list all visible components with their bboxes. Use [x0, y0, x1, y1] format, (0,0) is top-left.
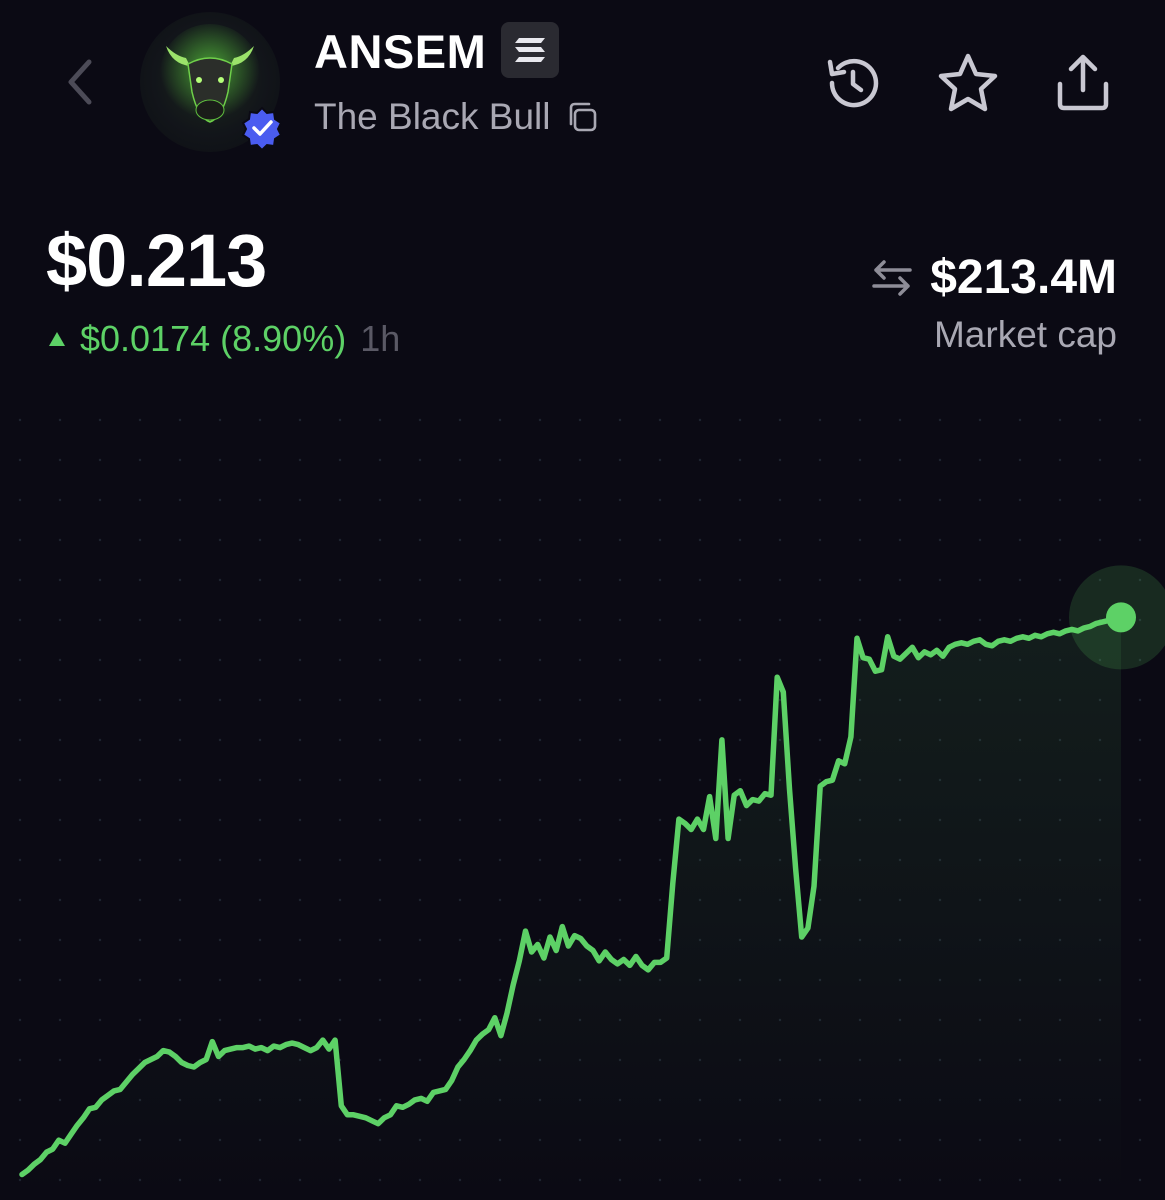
history-button[interactable] — [820, 50, 886, 116]
price-change-row: $0.0174 (8.90%) 1h — [46, 318, 400, 360]
share-button[interactable] — [1050, 50, 1116, 116]
token-subtitle: The Black Bull — [314, 96, 551, 137]
token-avatar[interactable] — [140, 12, 283, 152]
back-button[interactable] — [58, 52, 102, 112]
favorite-button[interactable] — [935, 50, 1001, 116]
copy-icon[interactable] — [565, 100, 599, 134]
chevron-left-icon — [68, 59, 92, 105]
market-cap-label: Market cap — [933, 314, 1117, 355]
token-subtitle-row: The Black Bull — [314, 96, 599, 138]
share-icon — [1057, 54, 1109, 111]
history-icon — [827, 58, 879, 108]
current-price: $0.213 — [46, 219, 267, 302]
solana-icon — [515, 38, 545, 62]
market-cap-row[interactable]: $213.4M — [870, 250, 1117, 305]
swap-arrows-icon — [872, 259, 912, 296]
token-name: ANSEM — [314, 25, 487, 78]
verified-badge-icon — [241, 106, 283, 150]
chain-badge — [501, 22, 559, 78]
triangle-up-icon — [49, 332, 65, 346]
market-cap-value: $213.4M — [930, 251, 1117, 304]
price-chart[interactable] — [0, 400, 1165, 1200]
price-change-period[interactable]: 1h — [360, 318, 400, 360]
price-change-value: $0.0174 (8.90%) — [80, 318, 347, 359]
current-point[interactable] — [1106, 602, 1136, 633]
star-icon — [938, 53, 998, 112]
